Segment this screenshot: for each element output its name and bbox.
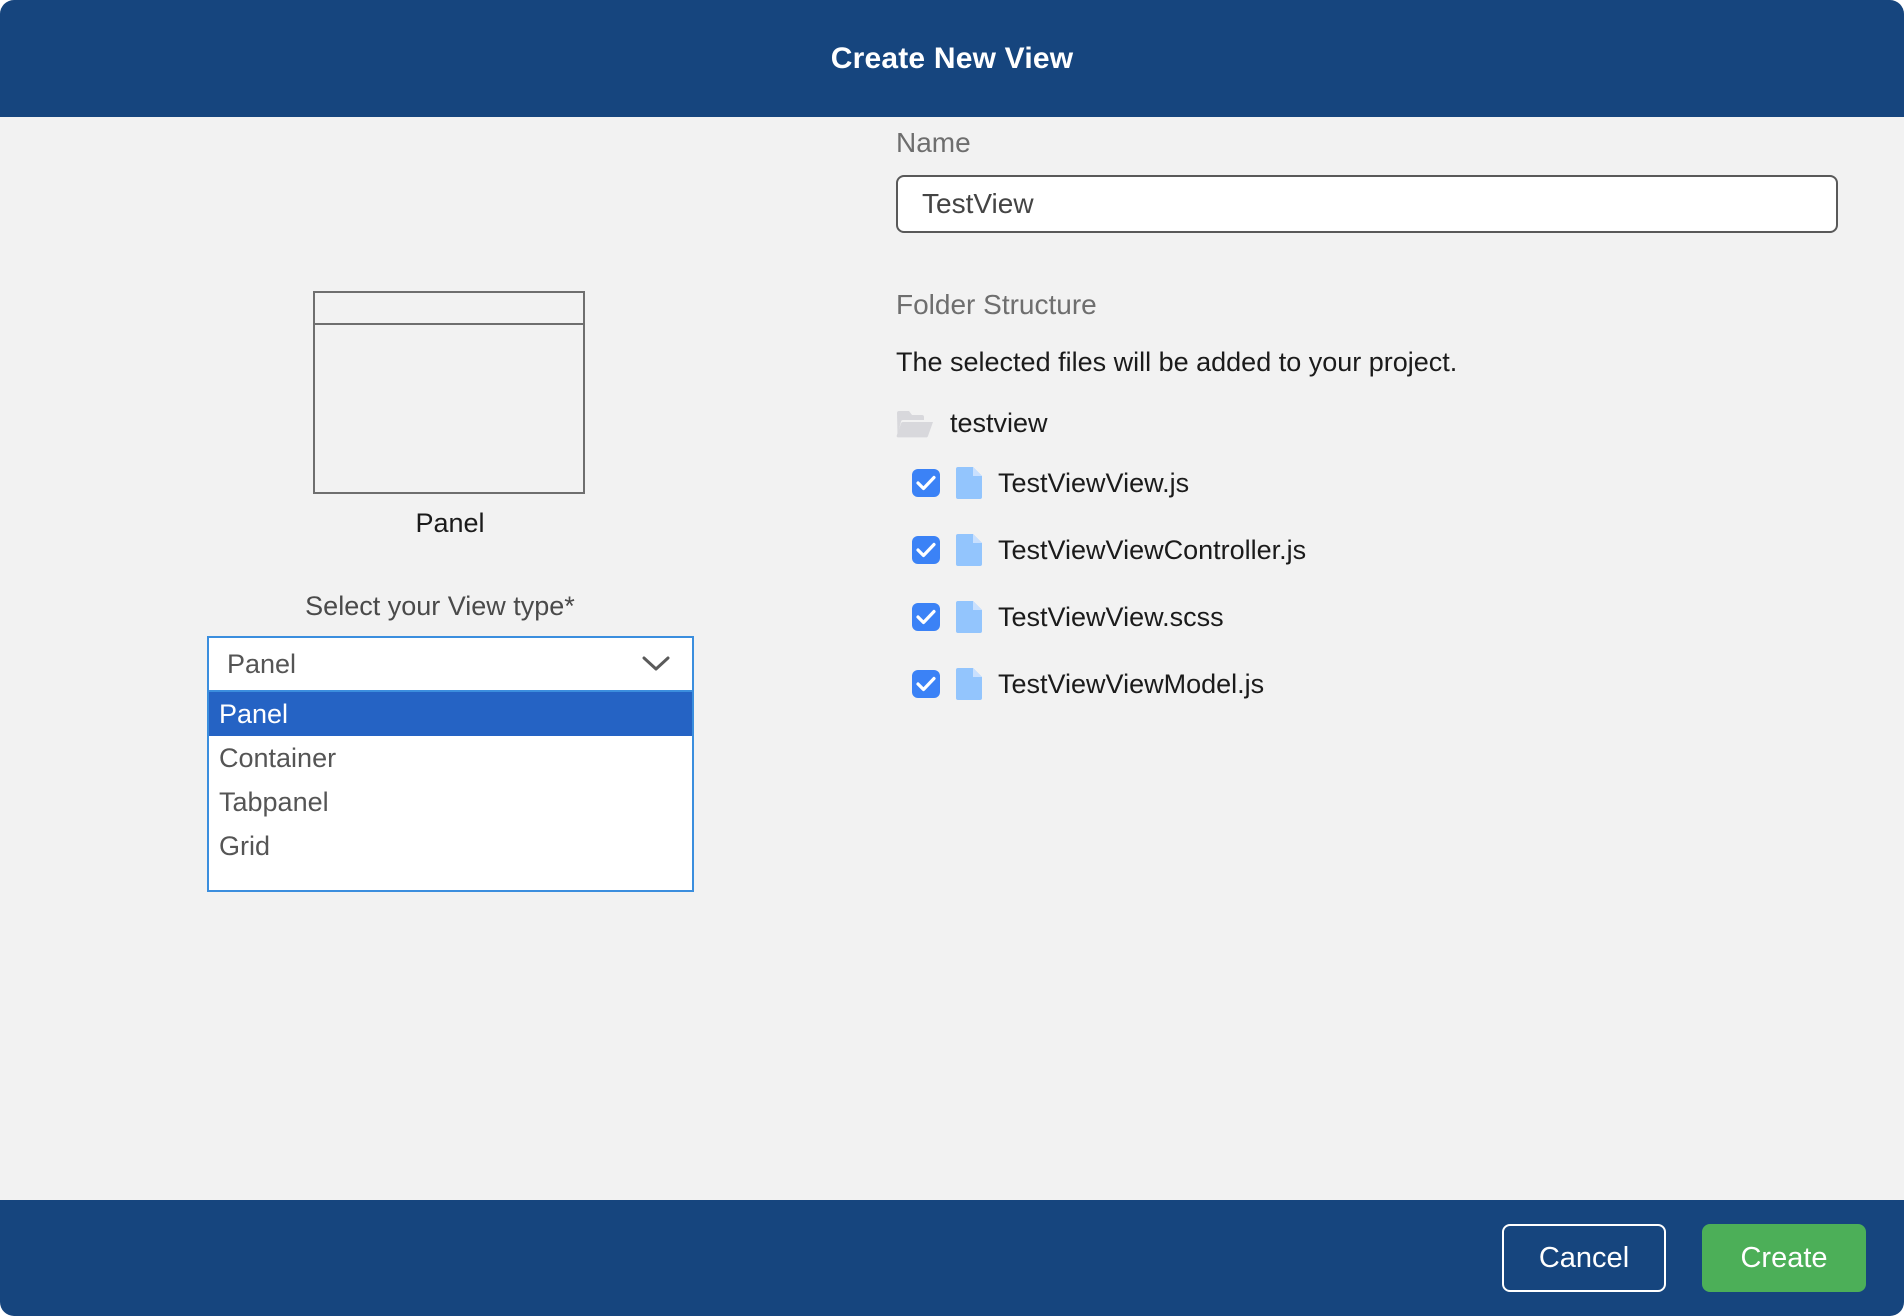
view-type-select-wrapper: Panel Panel Container Tabpanel Grid	[207, 636, 694, 892]
file-icon	[956, 534, 982, 566]
view-type-preview: Panel	[313, 291, 587, 539]
tree-file-row: TestViewView.scss	[896, 597, 1876, 637]
tree-file-row: TestViewViewController.js	[896, 530, 1876, 570]
file-icon	[956, 467, 982, 499]
view-type-preview-caption: Panel	[415, 508, 485, 538]
details-column: Name TestView Folder Structure The selec…	[880, 117, 1904, 1200]
folder-structure-tree: testview TestViewView.js TestViewViewCon…	[896, 403, 1876, 731]
dialog-title: Create New View	[830, 41, 1074, 75]
folder-icon	[896, 408, 934, 438]
folder-structure-label: Folder Structure	[896, 289, 1097, 320]
tree-file-name: TestViewViewController.js	[998, 534, 1307, 565]
tree-file-row: TestViewView.js	[896, 463, 1876, 503]
tree-folder-name: testview	[950, 407, 1048, 438]
view-type-option-panel[interactable]: Panel	[209, 692, 692, 736]
file-checkbox[interactable]	[912, 670, 940, 698]
view-type-column: Panel Select your View type* Panel Panel…	[0, 117, 880, 1200]
tree-file-name: TestViewView.js	[998, 467, 1190, 498]
folder-structure-description: The selected files will be added to your…	[896, 347, 1458, 377]
name-input-value: TestView	[922, 188, 1034, 219]
tree-folder-row: testview	[896, 403, 1876, 443]
tree-file-name: TestViewViewModel.js	[998, 668, 1265, 699]
view-type-option-tabpanel[interactable]: Tabpanel	[209, 780, 692, 824]
tree-file-name: TestViewView.scss	[998, 601, 1224, 632]
name-input[interactable]: TestView	[896, 175, 1838, 233]
dialog-footer: Cancel Create	[0, 1200, 1904, 1316]
view-type-selected-value: Panel	[227, 648, 297, 679]
view-type-option-container[interactable]: Container	[209, 736, 692, 780]
panel-layout-icon	[313, 291, 585, 494]
view-type-option-grid[interactable]: Grid	[209, 824, 692, 868]
create-button[interactable]: Create	[1702, 1224, 1866, 1292]
file-checkbox[interactable]	[912, 469, 940, 497]
name-field-label: Name	[896, 127, 971, 158]
view-type-label: Select your View type*	[305, 591, 575, 621]
dialog-body: Panel Select your View type* Panel Panel…	[0, 117, 1904, 1200]
file-checkbox[interactable]	[912, 536, 940, 564]
chevron-down-icon	[642, 656, 670, 672]
file-checkbox[interactable]	[912, 603, 940, 631]
cancel-button[interactable]: Cancel	[1502, 1224, 1666, 1292]
dialog-header: Create New View	[0, 0, 1904, 117]
file-icon	[956, 601, 982, 633]
create-new-view-dialog: Create New View Panel Select your View t…	[0, 0, 1904, 1316]
tree-file-row: TestViewViewModel.js	[896, 664, 1876, 704]
view-type-select[interactable]: Panel	[207, 636, 694, 692]
view-type-option-list[interactable]: Panel Container Tabpanel Grid	[207, 692, 694, 892]
panel-layout-header-bar	[315, 293, 583, 325]
file-icon	[956, 668, 982, 700]
